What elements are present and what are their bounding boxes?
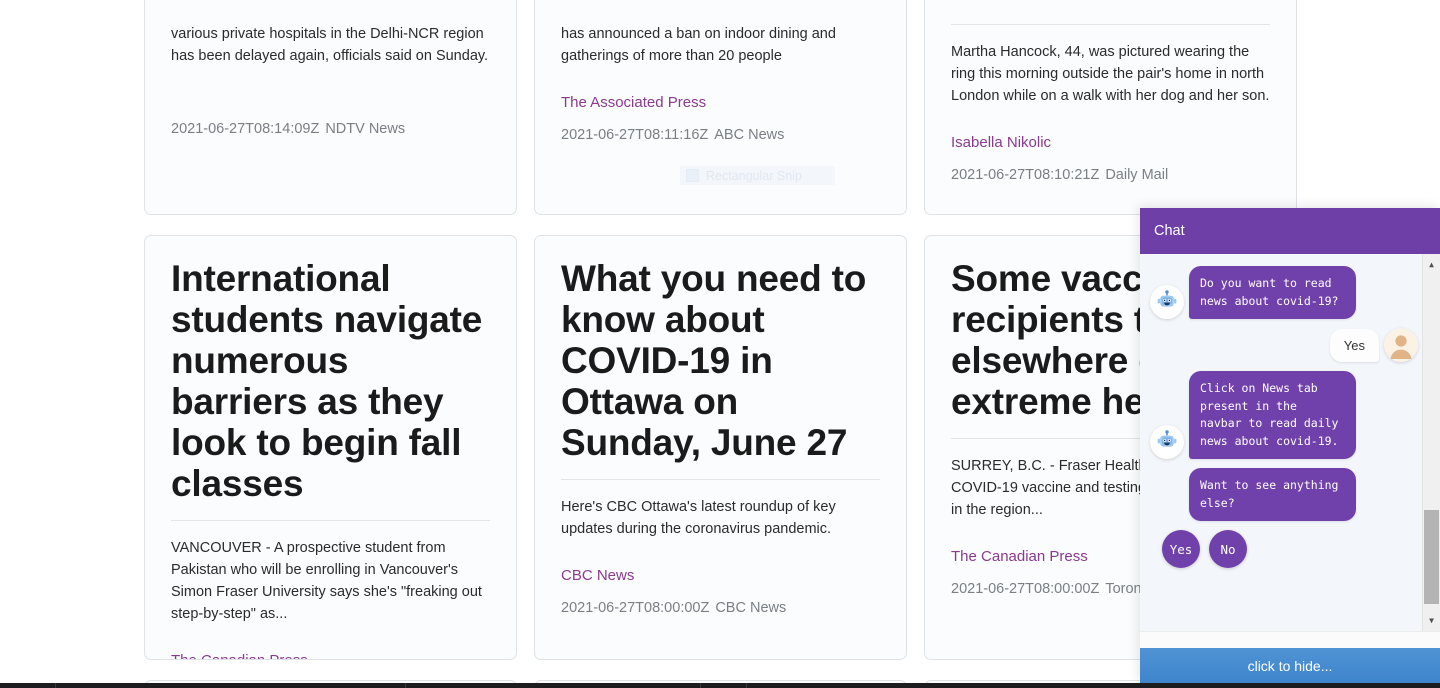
chat-message-bot: Click on News tab present in the navbar … — [1150, 371, 1418, 459]
chat-message-bot: Want to see anything else? — [1150, 468, 1418, 521]
chat-hide-label: click to hide... — [1247, 657, 1333, 674]
os-taskbar[interactable] — [0, 683, 1440, 688]
taskbar-segment[interactable] — [701, 683, 747, 688]
card-author[interactable]: The Canadian Press — [171, 651, 490, 659]
card-meta: 2021-06-27T08:00:00Z CBC News — [561, 598, 880, 618]
chat-widget: Chat Do you want to read news about covi… — [1140, 208, 1440, 683]
chat-bubble: Yes — [1329, 328, 1379, 362]
card-description: has announced a ban on indoor dining and… — [561, 26, 836, 64]
scrollbar-thumb[interactable] — [1424, 510, 1439, 604]
scroll-down-arrow-icon[interactable]: ▼ — [1423, 612, 1440, 629]
taskbar-segment[interactable] — [406, 683, 702, 688]
card-source: ABC News — [714, 127, 785, 143]
chat-bubble: Click on News tab present in the navbar … — [1189, 371, 1356, 459]
card-source: NDTV News — [325, 121, 406, 137]
news-card[interactable]: has announced a ban on indoor dining and… — [534, 0, 907, 215]
chat-scrollbar[interactable]: ▲ ▼ — [1422, 254, 1440, 631]
robot-avatar-icon — [1150, 285, 1184, 319]
news-card[interactable]: What you need to know about COVID-19 in … — [534, 235, 907, 660]
chat-message-user: Yes — [1150, 328, 1418, 362]
quick-reply-no[interactable]: No — [1209, 530, 1247, 568]
chat-message-bot: Do you want to read news about covid-19? — [1150, 266, 1418, 319]
card-description: Here's CBC Ottawa's latest roundup of ke… — [561, 499, 836, 537]
card-title: What you need to know about COVID-19 in … — [561, 258, 867, 463]
robot-avatar-icon — [1150, 425, 1184, 459]
card-source: CBC News — [715, 600, 787, 616]
card-meta: 2021-06-27T08:14:09Z NDTV News — [171, 119, 490, 139]
chat-quick-replies: Yes No — [1162, 530, 1418, 568]
chat-title: Chat — [1154, 223, 1185, 239]
card-divider — [171, 520, 490, 521]
person-avatar-icon — [1384, 328, 1418, 362]
taskbar-segment[interactable] — [56, 683, 406, 688]
card-meta: 2021-06-27T08:11:16Z ABC News — [561, 125, 880, 145]
card-timestamp: 2021-06-27T08:10:21Z — [951, 167, 1100, 183]
scroll-up-arrow-icon[interactable]: ▲ — [1423, 256, 1440, 273]
chat-header: Chat — [1140, 208, 1440, 254]
chat-message-list[interactable]: Do you want to read news about covid-19?… — [1140, 254, 1440, 631]
card-description: various private hospitals in the Delhi-N… — [171, 26, 489, 64]
card-title: International students navigate numerous… — [171, 258, 483, 504]
card-timestamp: 2021-06-27T08:00:00Z — [561, 600, 710, 616]
chat-bubble: Do you want to read news about covid-19? — [1189, 266, 1356, 319]
chat-bubble: Want to see anything else? — [1189, 468, 1356, 521]
card-divider — [561, 479, 880, 480]
chat-widget-wrapper: Chat Do you want to read news about covi… — [1140, 0, 1440, 688]
card-author[interactable]: The Associated Press — [561, 93, 880, 113]
news-card[interactable]: International students navigate numerous… — [144, 235, 517, 660]
taskbar-segment[interactable] — [747, 683, 1440, 688]
card-author[interactable]: CBC News — [561, 566, 880, 586]
card-timestamp: 2021-06-27T08:11:16Z — [561, 127, 709, 143]
chat-hide-bar[interactable]: click to hide... — [1140, 648, 1440, 683]
news-card[interactable]: various private hospitals in the Delhi-N… — [144, 0, 517, 215]
quick-reply-yes[interactable]: Yes — [1162, 530, 1200, 568]
card-timestamp: 2021-06-27T08:14:09Z — [171, 121, 320, 137]
card-description: VANCOUVER - A prospective student from P… — [171, 540, 482, 622]
card-timestamp: 2021-06-27T08:00:00Z — [951, 581, 1100, 597]
taskbar-segment[interactable] — [0, 683, 56, 688]
